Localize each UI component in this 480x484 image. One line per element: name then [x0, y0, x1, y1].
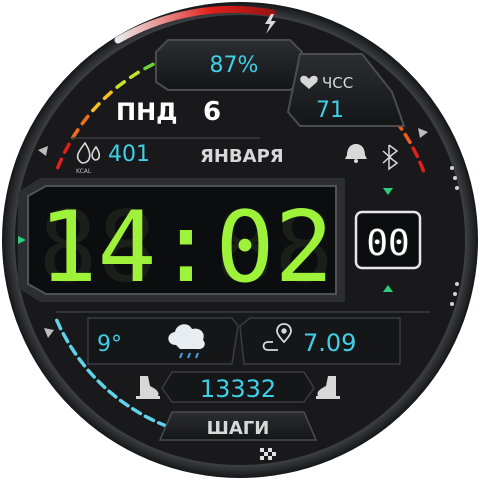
date-weekday: ПНД	[116, 98, 178, 126]
watch-face-screen: 87% ЧСС 71 ПНД 6 KCAL 401 ЯНВАРЯ 88:88 1…	[0, 0, 480, 480]
watch-face: 87% ЧСС 71 ПНД 6 KCAL 401 ЯНВАРЯ 88:88 1…	[2, 2, 478, 478]
date-day: 6	[203, 97, 221, 127]
month-label: ЯНВАРЯ	[200, 146, 284, 167]
kcal-unit: KCAL	[76, 168, 92, 175]
heart-rate-label: ЧСС	[322, 74, 353, 92]
steps-label: ШАГИ	[207, 418, 270, 439]
steps-value: 13332	[200, 375, 276, 403]
battery-value: 87%	[210, 53, 259, 78]
calories-value: 401	[108, 142, 150, 167]
distance-value: 7.09	[303, 329, 356, 357]
seconds-display: 00	[366, 223, 409, 264]
heart-rate-value: 71	[316, 98, 344, 123]
temperature-value: 9°	[97, 332, 122, 357]
time-display: 14:02	[38, 191, 333, 305]
